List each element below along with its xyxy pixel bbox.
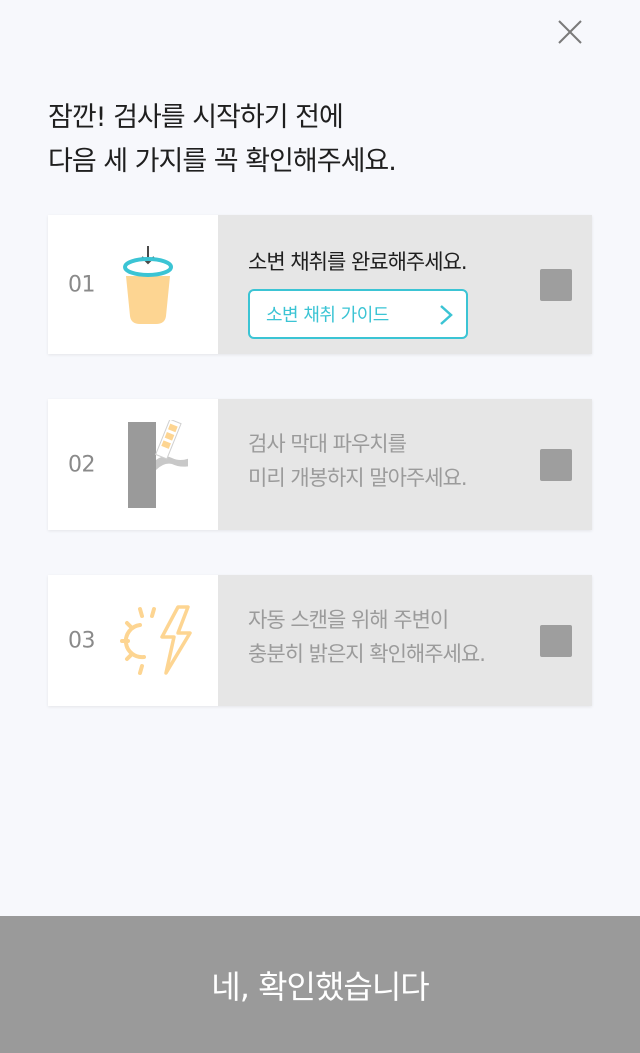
step-card-1-content: 소변 채취를 완료해주세요. 소변 채취 가이드: [218, 215, 592, 354]
page-title: 잠깐! 검사를 시작하기 전에 다음 세 가지를 꼭 확인해주세요.: [48, 96, 608, 184]
step-card-3-content: 자동 스캔을 위해 주변이 충분히 밝은지 확인해주세요.: [218, 575, 592, 706]
step-text-line-1: 소변 채취를 완료해주세요.: [248, 250, 468, 274]
sun-lightning-icon: [120, 604, 192, 675]
step-number: 02: [68, 452, 96, 477]
step-text: 검사 막대 파우치를 미리 개봉하지 말아주세요.: [248, 427, 468, 495]
step-text: 소변 채취를 완료해주세요.: [248, 245, 468, 279]
guide-button-label: 소변 채취 가이드: [266, 305, 389, 326]
test-stick-pouch-icon: [128, 419, 188, 508]
step-number: 01: [68, 272, 96, 297]
cup-icon: [123, 245, 173, 324]
close-icon: [558, 20, 582, 44]
step-card-2-content: 검사 막대 파우치를 미리 개봉하지 말아주세요.: [218, 399, 592, 530]
step-card-1-left: 01: [48, 215, 218, 354]
step-1-checkbox[interactable]: [540, 268, 572, 301]
step-number: 03: [68, 628, 96, 653]
step-text-line-1: 자동 스캔을 위해 주변이: [248, 608, 449, 632]
step-card-3-left: 03: [48, 575, 218, 706]
step-text-line-1: 검사 막대 파우치를: [248, 432, 407, 456]
step-card-1: 01 소변 채취를 완료해주세요. 소변 채취 가이드: [48, 215, 592, 354]
close-button[interactable]: [552, 14, 588, 50]
urine-collection-guide-button[interactable]: 소변 채취 가이드: [248, 289, 468, 339]
step-text: 자동 스캔을 위해 주변이 충분히 밝은지 확인해주세요.: [248, 603, 486, 671]
chevron-right-icon: [440, 305, 453, 325]
confirm-button[interactable]: 네, 확인했습니다: [0, 916, 640, 1053]
step-card-2-left: 02: [48, 399, 218, 530]
step-text-line-2: 미리 개봉하지 말아주세요.: [248, 466, 468, 490]
step-text-line-2: 충분히 밝은지 확인해주세요.: [248, 642, 486, 666]
step-3-checkbox[interactable]: [540, 624, 572, 657]
title-line-2: 다음 세 가지를 꼭 확인해주세요.: [48, 146, 397, 177]
step-card-3: 03 자동 스캔을 위해 주변이 충분히 밝은지 확인해주세요.: [48, 575, 592, 706]
title-line-1: 잠깐! 검사를 시작하기 전에: [48, 102, 344, 133]
step-card-2: 02 검사 막대 파우치를 미리 개봉하지 말아주세요.: [48, 399, 592, 530]
step-2-checkbox[interactable]: [540, 448, 572, 481]
